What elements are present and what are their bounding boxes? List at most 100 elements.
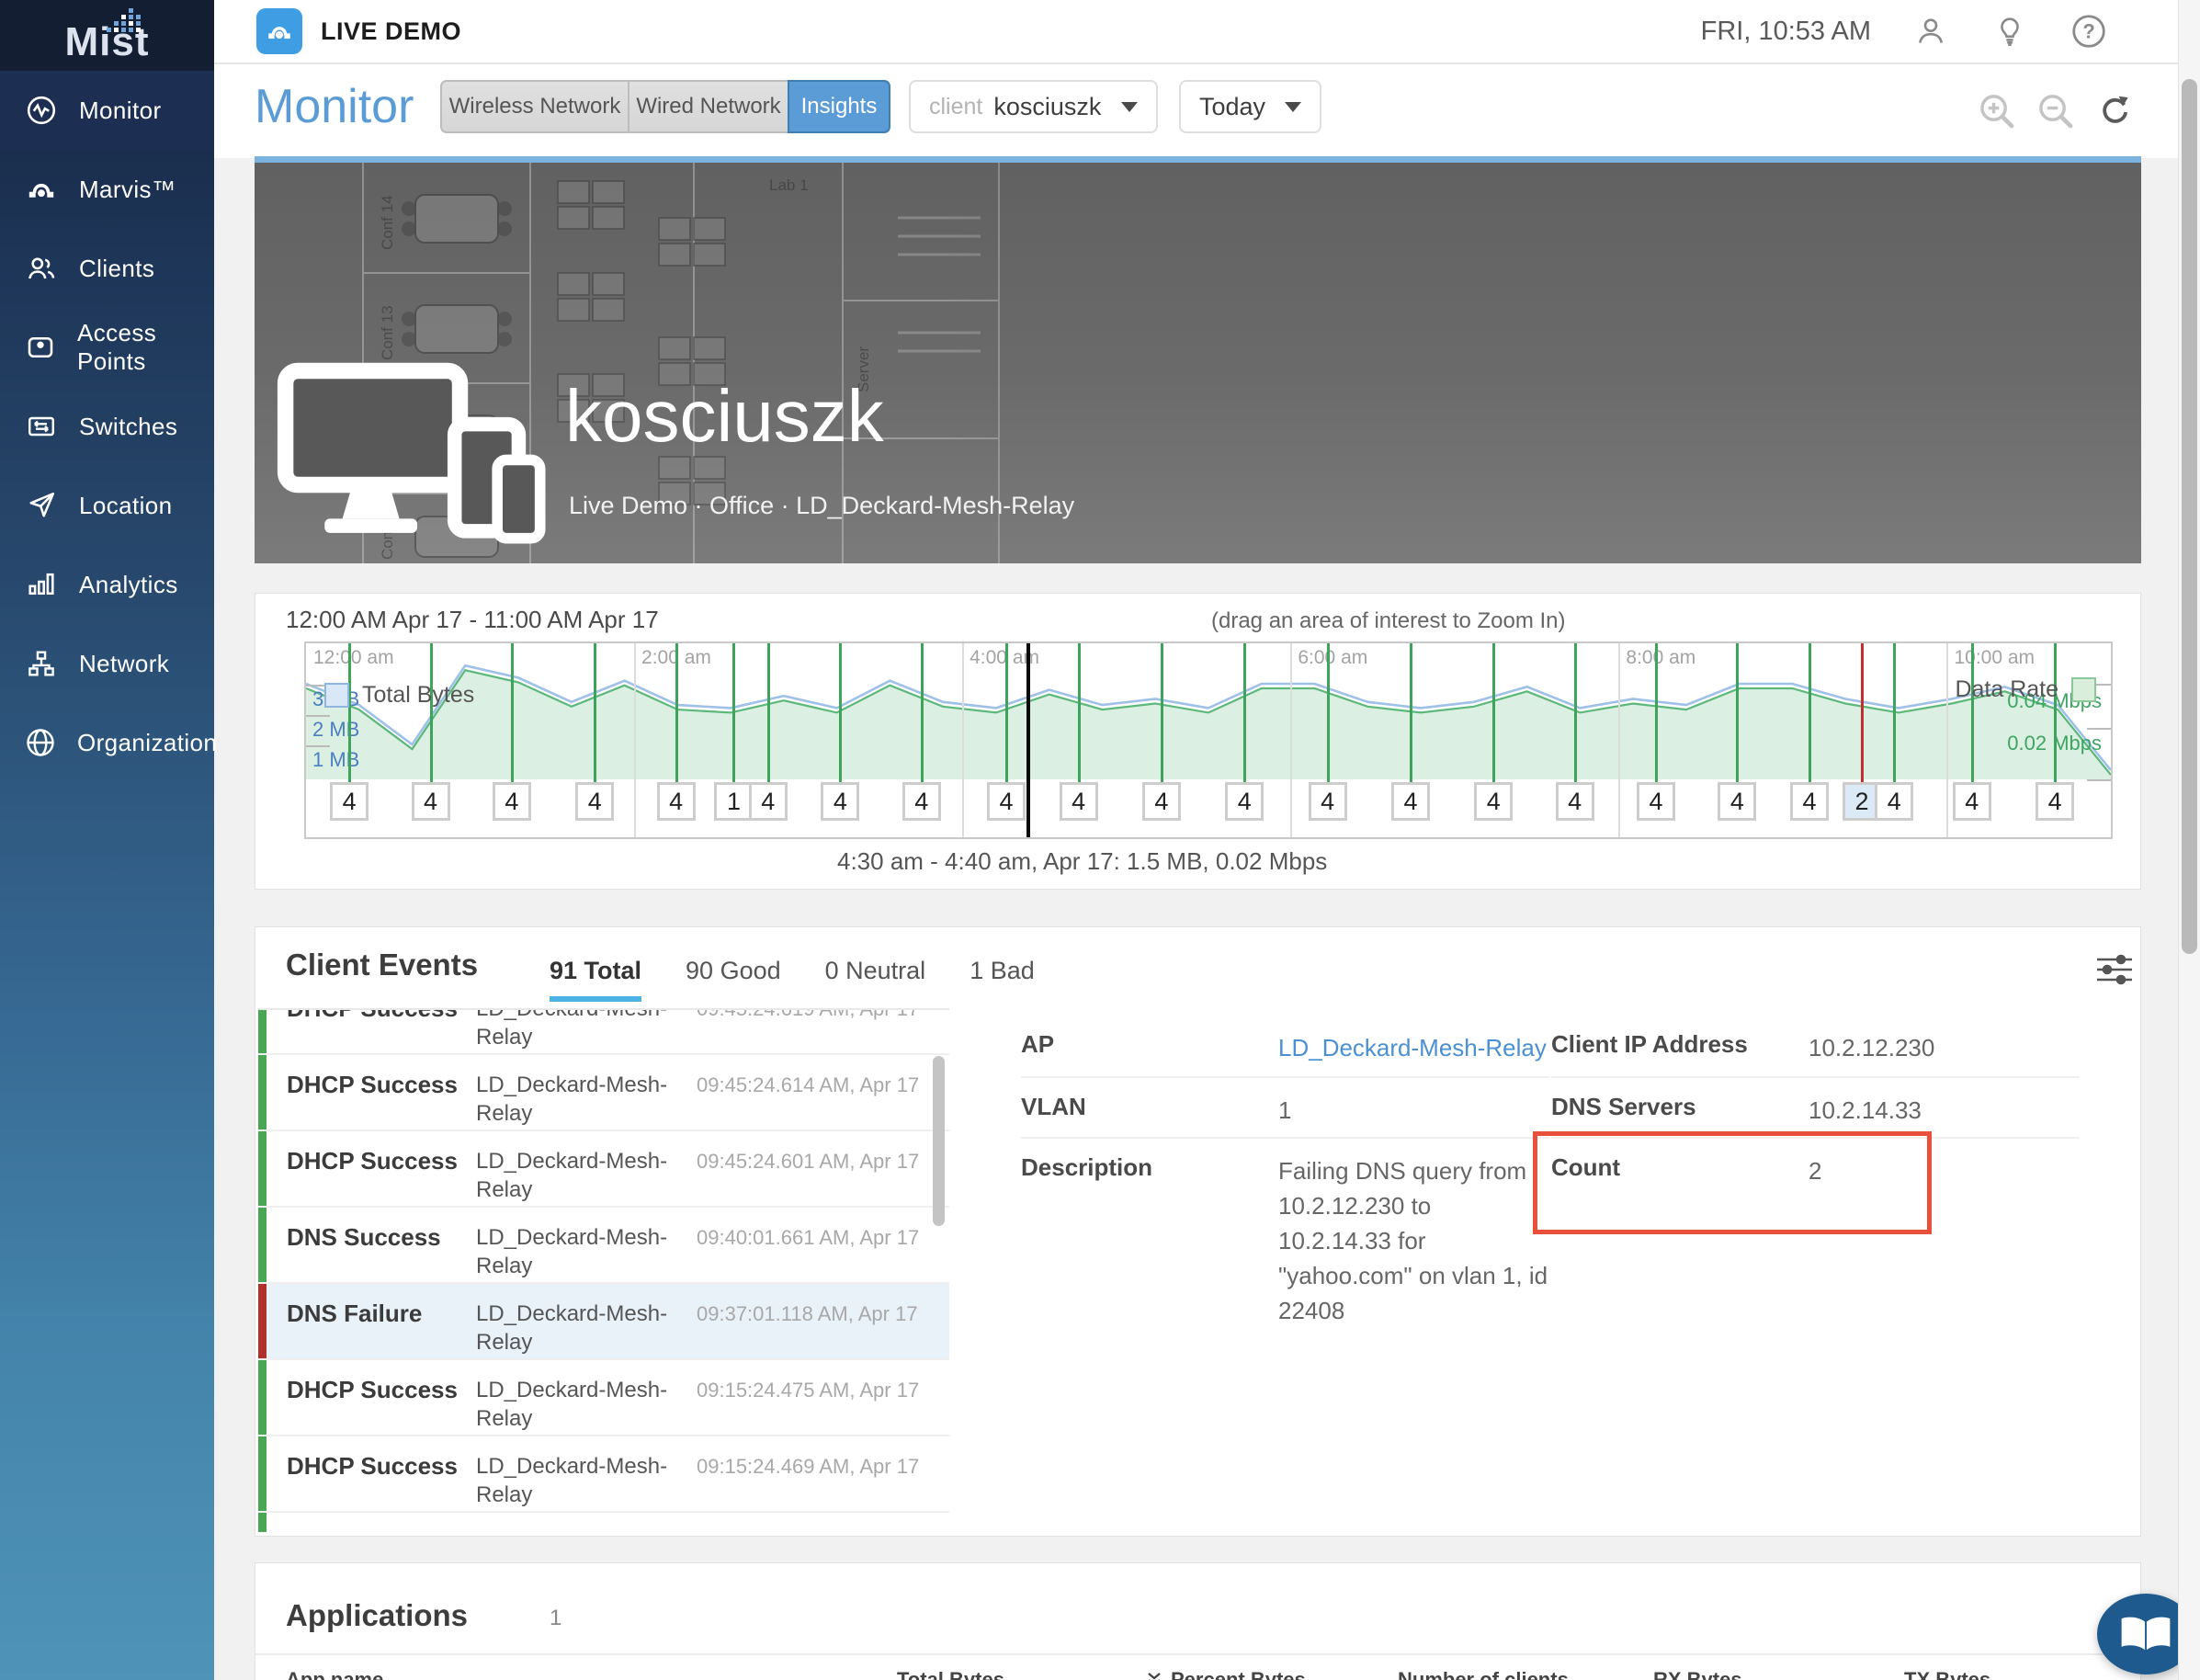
event-list-scrollbar[interactable] <box>933 1056 945 1226</box>
sidebar-item-location[interactable]: Location <box>0 466 214 545</box>
event-count-box[interactable]: 4 <box>1142 782 1181 821</box>
event-row-dhcp-success[interactable]: DHCP SuccessLD_Deckard-Mesh-Relay09:45:2… <box>258 1008 949 1055</box>
event-count-box[interactable]: 4 <box>1637 782 1675 821</box>
hour-gridline <box>962 643 964 837</box>
column-header-percent-bytes[interactable]: Percent Bytes <box>1145 1668 1306 1680</box>
sidebar-item-access-points[interactable]: Access Points <box>0 308 214 387</box>
event-count-box[interactable]: 4 <box>1474 782 1513 821</box>
event-mark-line <box>1971 643 1974 782</box>
event-mark-line <box>2054 643 2057 782</box>
event-count-box[interactable]: 4 <box>1718 782 1756 821</box>
event-count-box[interactable]: 4 <box>987 782 1026 821</box>
column-header-number-of-clients[interactable]: Number of clients <box>1398 1668 1569 1680</box>
client-selector[interactable]: client kosciuszk <box>909 80 1158 133</box>
event-count-box[interactable]: 4 <box>1790 782 1829 821</box>
event-row-dns-success[interactable]: DNS SuccessLD_Deckard-Mesh-Relay09:40:01… <box>258 1208 949 1284</box>
event-filter-settings-icon[interactable] <box>2093 951 2136 993</box>
sidebar-item-monitor[interactable]: Monitor <box>0 71 214 150</box>
mist-dashboard: Mist Monitor Marvis™ ClientsAccess PointsS… <box>0 0 2200 1680</box>
column-header-rx-bytes[interactable]: RX Bytes <box>1653 1668 1742 1680</box>
event-count-box[interactable]: 4 <box>749 782 788 821</box>
whats-new-bulb-icon[interactable] <box>1990 12 2029 51</box>
event-count-box[interactable]: 4 <box>330 782 369 821</box>
event-row-dns-failure[interactable]: DNS FailureLD_Deckard-Mesh-Relay09:37:01… <box>258 1284 949 1360</box>
sidebar-item-marvis[interactable]: Marvis™ <box>0 150 214 229</box>
event-filter-neutral[interactable]: 0 Neutral <box>825 957 926 1002</box>
org-icon <box>256 8 302 54</box>
tab-wired-network[interactable]: Wired Network <box>629 80 789 133</box>
top-header: LIVE DEMO FRI, 10:53 AM ? <box>214 0 2200 64</box>
event-count-box[interactable]: 4 <box>821 782 859 821</box>
column-header-tx-bytes[interactable]: TX Bytes <box>1904 1668 1990 1680</box>
event-count-box[interactable]: 4 <box>1309 782 1347 821</box>
sidebar-item-organization[interactable]: Organization <box>0 703 214 782</box>
sidebar-item-label: Marvis™ <box>79 176 176 204</box>
event-name: DHCP Success <box>266 1436 476 1511</box>
event-count-box[interactable]: 1 <box>714 782 753 821</box>
org-switcher[interactable]: LIVE DEMO <box>256 8 461 54</box>
event-count-box[interactable]: 4 <box>493 782 531 821</box>
event-count-box[interactable]: 4 <box>1391 782 1430 821</box>
event-row-dhcp-success[interactable]: DHCP SuccessLD_Deckard-Mesh-Relay09:45:2… <box>258 1055 949 1131</box>
event-row-dhcp-success[interactable]: DHCP SuccessLD_Deckard-Mesh-Relay09:15:2… <box>258 1436 949 1513</box>
refresh-icon[interactable] <box>2093 90 2136 132</box>
tab-insights[interactable]: Insights <box>788 80 890 133</box>
zoom-out-icon[interactable] <box>2035 90 2077 132</box>
event-count-box[interactable]: 4 <box>902 782 941 821</box>
event-row-dhcp-success[interactable]: DHCP SuccessLD_Deckard-Mesh-Relay09:15:2… <box>258 1360 949 1436</box>
event-name: DHCP Success <box>266 1360 476 1435</box>
sidebar-item-switches[interactable]: Switches <box>0 387 214 466</box>
column-header-app-name[interactable]: App name <box>286 1668 383 1680</box>
detail-label: AP <box>1021 1030 1278 1076</box>
mist-logo[interactable]: Mist <box>0 0 214 71</box>
event-row-dhcp-success[interactable]: DHCP SuccessLD_Deckard-Mesh-Relay09:45:2… <box>258 1131 949 1208</box>
sidebar-item-network[interactable]: Network <box>0 624 214 703</box>
svg-text:Conf 14: Conf 14 <box>379 195 396 250</box>
column-header-total-bytes[interactable]: Total Bytes <box>897 1668 1004 1680</box>
count-highlight-box <box>1533 1131 1932 1234</box>
event-count-box[interactable]: 4 <box>657 782 696 821</box>
sidebar-nav: Monitor Marvis™ ClientsAccess PointsSwitch… <box>0 71 214 782</box>
event-count-box[interactable]: 4 <box>412 782 450 821</box>
event-count-box[interactable]: 4 <box>575 782 614 821</box>
event-ap <box>476 1513 697 1532</box>
event-count-box[interactable]: 4 <box>1060 782 1098 821</box>
help-icon[interactable]: ? <box>2070 12 2108 51</box>
activity-icon <box>24 93 59 128</box>
event-ap: LD_Deckard-Mesh-Relay <box>476 1208 697 1282</box>
traffic-chart[interactable]: 12:00 am2:00 am4:00 am6:00 am8:00 am10:0… <box>304 641 2113 839</box>
client-selector-value: kosciuszk <box>993 93 1101 121</box>
event-mark-line <box>348 643 351 782</box>
sidebar-item-analytics[interactable]: Analytics <box>0 545 214 624</box>
event-count-box[interactable]: 4 <box>1556 782 1594 821</box>
event-row[interactable] <box>258 1513 949 1532</box>
zoom-in-icon[interactable] <box>1976 90 2018 132</box>
event-count-box[interactable]: 4 <box>1953 782 1991 821</box>
event-timestamp: 09:45:24.601 AM, Apr 17 <box>697 1131 949 1206</box>
header-actions: FRI, 10:53 AM ? <box>1701 12 2200 51</box>
event-mark-line <box>921 643 924 782</box>
sidebar-item-clients[interactable]: Clients <box>0 229 214 308</box>
event-name: DHCP Success <box>266 1131 476 1206</box>
access-point-icon <box>24 330 57 365</box>
page-scrollbar-thumb[interactable] <box>2182 79 2197 954</box>
selection-line[interactable] <box>1026 643 1030 837</box>
event-count-box[interactable]: 4 <box>2036 782 2074 821</box>
detail-label: VLAN <box>1021 1093 1278 1137</box>
monitor-toolbar: Monitor Wireless NetworkWired NetworkIns… <box>214 64 2200 158</box>
event-mark-line <box>1861 643 1864 782</box>
tab-wireless-network[interactable]: Wireless Network <box>440 80 629 133</box>
event-count-box[interactable]: 4 <box>1225 782 1264 821</box>
user-icon[interactable] <box>1911 12 1950 51</box>
event-mark-line <box>594 643 596 782</box>
switch-icon <box>24 409 59 444</box>
event-count-box[interactable]: 4 <box>1875 782 1913 821</box>
clock: FRI, 10:53 AM <box>1701 17 1871 47</box>
event-filter-good[interactable]: 90 Good <box>686 957 781 1002</box>
time-range-selector[interactable]: Today <box>1179 80 1321 133</box>
event-mark-line <box>1005 643 1008 782</box>
event-filter-bad[interactable]: 1 Bad <box>970 957 1035 1002</box>
event-filter-total[interactable]: 91 Total <box>550 957 641 1002</box>
detail-value-link[interactable]: LD_Deckard-Mesh-Relay <box>1278 1030 1549 1076</box>
event-timestamp: 09:45:24.619 AM, Apr 17 <box>697 1008 949 1053</box>
